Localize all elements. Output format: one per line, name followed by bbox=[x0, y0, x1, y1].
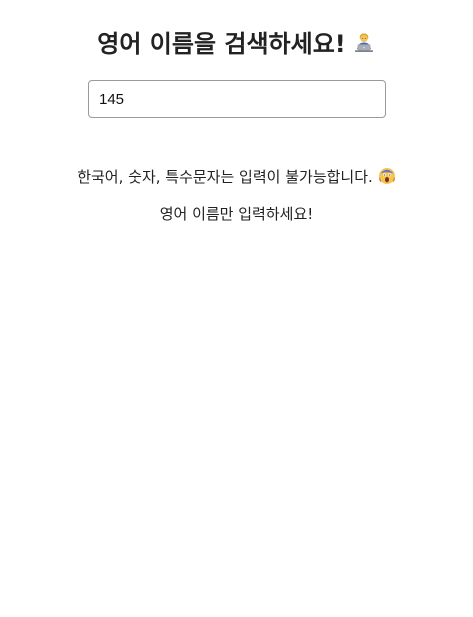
search-input[interactable] bbox=[88, 80, 386, 118]
hint-message: 영어 이름만 입력하세요! bbox=[0, 203, 473, 225]
page-title: 영어 이름을 검색하세요! bbox=[0, 26, 473, 62]
hint-message-text: 영어 이름만 입력하세요! bbox=[159, 205, 314, 223]
error-message-text: 한국어, 숫자, 특수문자는 입력이 불가능합니다. bbox=[77, 168, 373, 186]
page-title-text: 영어 이름을 검색하세요! bbox=[97, 30, 346, 58]
error-message: 한국어, 숫자, 특수문자는 입력이 불가능합니다. bbox=[0, 166, 473, 188]
screaming-face-icon bbox=[378, 167, 396, 185]
person-with-laptop-icon bbox=[352, 29, 376, 53]
page: 영어 이름을 검색하세요! 한국어, 숫자, 특수문자는 입력이 불가능합니다. bbox=[0, 0, 473, 617]
